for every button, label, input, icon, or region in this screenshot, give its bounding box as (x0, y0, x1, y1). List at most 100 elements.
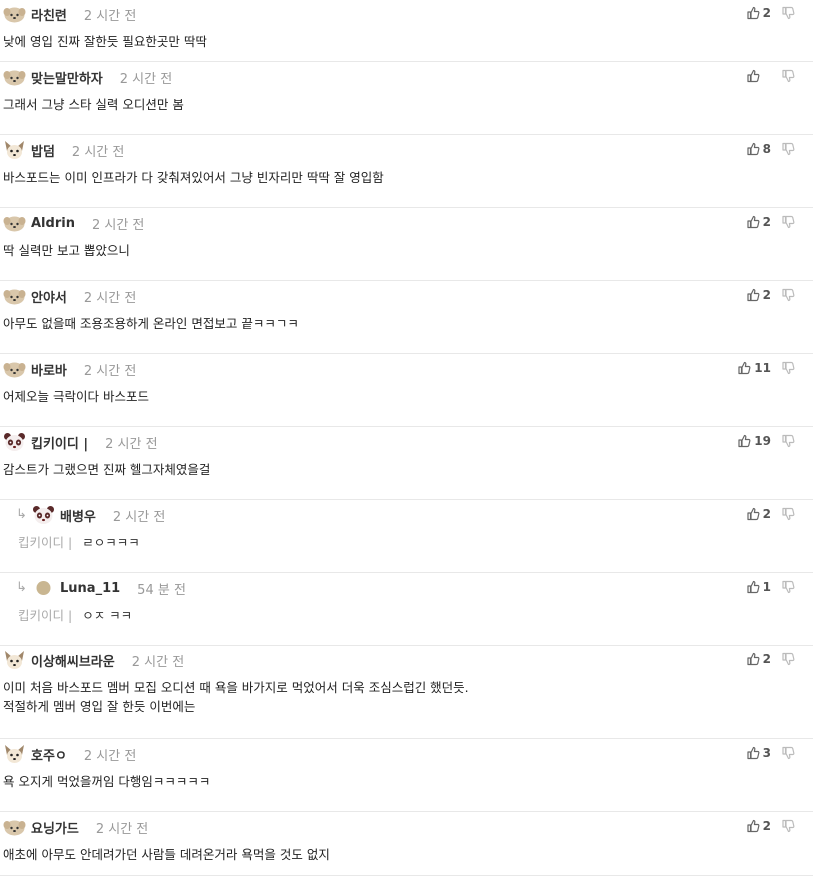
nickname[interactable]: 요닝가드 (31, 818, 79, 837)
timestamp: 2 시간 전 (95, 821, 149, 837)
thumbs-down-icon[interactable] (781, 142, 795, 156)
thumbs-up-icon[interactable] (746, 580, 760, 594)
comment-body: ㅇㅈ ㅋㅋ (82, 608, 133, 623)
comment-body: ㄹㅇㅋㅋㅋ (82, 535, 140, 550)
comment-text: 킵키이디 | ㅇㅈ ㅋㅋ (18, 606, 132, 625)
thumbs-up-icon[interactable] (746, 746, 760, 760)
vote-controls: 19 (737, 432, 795, 450)
thumbs-down-icon[interactable] (781, 434, 795, 448)
comment-header: 안야서 2 시간 전 (3, 286, 136, 306)
nickname[interactable]: 호주ㅇ (31, 745, 67, 764)
reply-arrow-icon: ↳ (16, 507, 27, 522)
timestamp: 2 시간 전 (83, 8, 137, 24)
comment: Aldrin 2 시간 전딱 실력만 보고 뽑았으니 2 (0, 209, 813, 281)
like-count: 3 (762, 746, 771, 760)
vote-controls: 1 (746, 578, 795, 596)
comment-header: 라친련 2 시간 전 (3, 4, 136, 24)
timestamp: 2 시간 전 (112, 509, 166, 525)
vote-controls: 2 (746, 817, 795, 835)
thumbs-up-icon[interactable] (746, 142, 760, 156)
thumbs-down-icon[interactable] (781, 288, 795, 302)
vote-controls: 8 (746, 140, 795, 158)
nickname[interactable]: 바로바 (31, 360, 67, 379)
comment: 호주ㅇ 2 시간 전욕 오지게 먹었을꺼임 다행임ㅋㅋㅋㅋㅋ 3 (0, 740, 813, 812)
thumbs-down-icon[interactable] (781, 6, 795, 20)
nickname[interactable]: 이상해씨브라운 (31, 651, 115, 670)
like-count: 2 (762, 652, 771, 666)
avatar[interactable] (3, 4, 26, 24)
comment-body: 어제오늘 극락이다 바스포드 (3, 389, 149, 404)
comment-text: 낮에 영입 진짜 잘한듯 필요한곳만 딱딱 (3, 32, 207, 51)
reply-comment: ↳ Luna_11 54 분 전 킵키이디 | ㅇㅈ ㅋㅋ 1 (0, 574, 813, 646)
thumbs-down-icon[interactable] (781, 580, 795, 594)
vote-controls: 2 (746, 4, 795, 22)
vote-controls: 3 (746, 744, 795, 762)
thumbs-up-icon[interactable] (746, 6, 760, 20)
vote-controls: 2 (746, 286, 795, 304)
avatar[interactable] (3, 817, 26, 837)
comment-text: 욕 오지게 먹었을꺼임 다행임ㅋㅋㅋㅋㅋ (3, 772, 210, 791)
thumbs-up-icon[interactable] (746, 288, 760, 302)
thumbs-down-icon[interactable] (781, 361, 795, 375)
avatar[interactable] (3, 140, 26, 160)
comment-header: 맞는말만하자 2 시간 전 (3, 67, 172, 87)
nickname[interactable]: 라친련 (31, 5, 67, 24)
nickname[interactable]: 배병우 (60, 506, 96, 525)
thumbs-up-icon[interactable] (746, 215, 760, 229)
mention[interactable]: 킵키이디 | (18, 535, 72, 550)
reply-arrow-icon: ↳ (16, 580, 27, 595)
comment-header: 요닝가드 2 시간 전 (3, 817, 148, 837)
comment-body: 감스트가 그랬으면 진짜 헬그자체였을걸 (3, 462, 211, 477)
comment-text: 그래서 그냥 스타 실력 오디션만 봄 (3, 95, 184, 114)
nickname[interactable]: Luna_11 (60, 581, 120, 596)
comment-text: 아무도 없을때 조용조용하게 온라인 면접보고 끝ㅋㅋㄱㅋ (3, 314, 299, 333)
timestamp: 2 시간 전 (83, 748, 137, 764)
avatar[interactable] (3, 359, 26, 379)
avatar[interactable] (3, 286, 26, 306)
timestamp: 2 시간 전 (105, 436, 158, 452)
avatar[interactable] (3, 213, 26, 233)
vote-controls: 2 (746, 650, 795, 668)
nickname[interactable]: 킵키이디 | (31, 433, 88, 452)
thumbs-down-icon[interactable] (781, 652, 795, 666)
comment-text: 딱 실력만 보고 뽑았으니 (3, 241, 130, 260)
like-count: 19 (754, 434, 771, 448)
thumbs-down-icon[interactable] (781, 69, 795, 83)
nickname[interactable]: Aldrin (31, 216, 75, 231)
avatar[interactable] (3, 744, 26, 764)
vote-controls (746, 67, 795, 85)
thumbs-up-icon[interactable] (746, 507, 760, 521)
avatar[interactable] (3, 432, 26, 452)
avatar[interactable] (3, 650, 26, 670)
thumbs-up-icon[interactable] (746, 652, 760, 666)
comment: 바로바 2 시간 전 어제오늘 극락이다 바스포드 11 (0, 355, 813, 427)
thumbs-down-icon[interactable] (781, 819, 795, 833)
timestamp: 2 시간 전 (91, 217, 145, 233)
avatar[interactable] (3, 67, 26, 87)
comment-body: 아무도 없을때 조용조용하게 온라인 면접보고 끝ㅋㅋㄱㅋ (3, 316, 299, 331)
comment: 이상해씨브라운 2 시간 전 이미 처음 바스포드 멤버 모집 오디션 때 욕을 바… (0, 646, 813, 739)
thumbs-up-icon[interactable] (737, 434, 751, 448)
nickname[interactable]: 안야서 (31, 287, 67, 306)
timestamp: 2 시간 전 (131, 654, 185, 670)
thumbs-up-icon[interactable] (746, 69, 760, 83)
thumbs-down-icon[interactable] (781, 507, 795, 521)
comment-header: 밥덤 2 시간 전 (3, 140, 124, 160)
vote-controls: 2 (746, 505, 795, 523)
thumbs-up-icon[interactable] (746, 819, 760, 833)
avatar[interactable] (32, 578, 55, 598)
avatar[interactable] (32, 505, 55, 525)
timestamp: 2 시간 전 (71, 144, 125, 160)
thumbs-up-icon[interactable] (737, 361, 751, 375)
nickname[interactable]: 맞는말만하자 (31, 68, 103, 87)
thumbs-down-icon[interactable] (781, 215, 795, 229)
comment-header: Aldrin 2 시간 전 (3, 213, 144, 233)
like-count: 2 (762, 215, 771, 229)
like-count: 2 (762, 819, 771, 833)
like-count: 2 (762, 6, 771, 20)
thumbs-down-icon[interactable] (781, 746, 795, 760)
comment-body: 욕 오지게 먹었을꺼임 다행임ㅋㅋㅋㅋㅋ (3, 774, 211, 789)
mention[interactable]: 킵키이디 | (18, 608, 72, 623)
nickname[interactable]: 밥덤 (31, 141, 55, 160)
comment-body: 딱 실력만 보고 뽑았으니 (3, 243, 130, 258)
